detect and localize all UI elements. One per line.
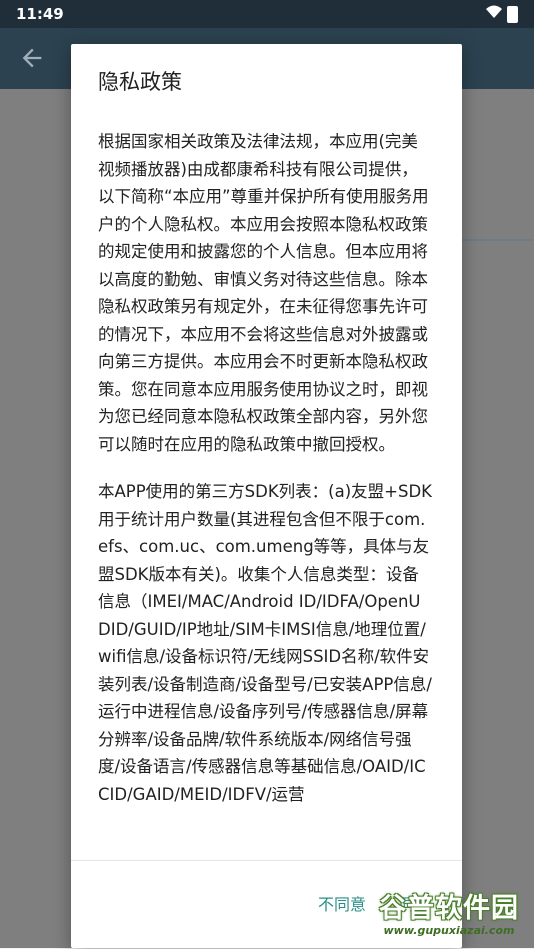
status-time: 11:49 bbox=[16, 5, 64, 23]
sdk-list-paragraph: 本APP使用的第三方SDK列表：(a)友盟+SDK用于统计用户数量(其进程包含但… bbox=[98, 482, 432, 804]
watermark-logo-text: 谷普软件园 bbox=[379, 893, 519, 924]
watermark-url: www.gupuxiazai.com bbox=[383, 924, 515, 937]
disagree-button[interactable]: 不同意 bbox=[316, 887, 368, 919]
wifi-icon bbox=[486, 5, 502, 23]
battery-icon bbox=[507, 6, 518, 23]
dialog-body[interactable]: 根据国家相关政策及法律法规，本应用(完美视频播放器)由成都康希科技有限公司提供，… bbox=[98, 128, 433, 860]
privacy-policy-dialog: 隐私政策 根据国家相关政策及法律法规，本应用(完美视频播放器)由成都康希科技有限… bbox=[71, 44, 462, 948]
divider bbox=[462, 239, 534, 241]
watermark-logo: 谷普软件园 www.gupuxiazai.com bbox=[370, 886, 528, 942]
policy-paragraph: 根据国家相关政策及法律法规，本应用(完美视频播放器)由成都康希科技有限公司提供，… bbox=[98, 132, 429, 454]
dialog-title: 隐私政策 bbox=[98, 70, 182, 94]
status-bar: 11:49 bbox=[0, 0, 534, 28]
back-arrow-icon[interactable] bbox=[18, 44, 46, 72]
